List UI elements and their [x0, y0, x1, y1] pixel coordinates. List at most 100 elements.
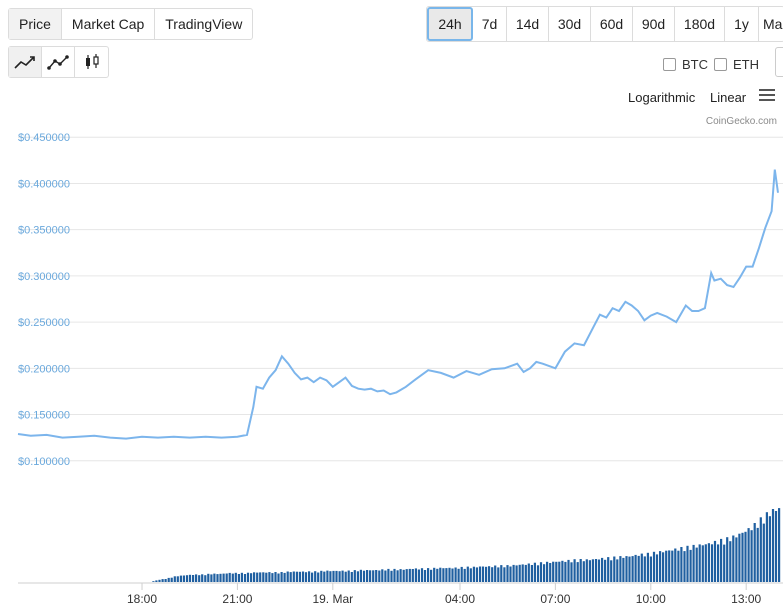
volume-bar: [161, 579, 164, 582]
volume-bar: [433, 567, 436, 582]
volume-bar: [448, 567, 451, 582]
volume-bar: [286, 571, 289, 582]
volume-bar: [558, 561, 561, 582]
volume-bar: [756, 527, 759, 582]
volume-bar: [335, 570, 338, 582]
volume-bar: [356, 571, 359, 582]
volume-bar: [393, 568, 396, 582]
y-tick-label: $0.350000: [18, 225, 70, 237]
volume-bar: [704, 544, 707, 582]
volume-bar: [353, 570, 356, 582]
volume-bar: [243, 574, 247, 582]
volume-bar: [387, 568, 390, 582]
grid-lines: [18, 136, 783, 462]
volume-bar: [323, 571, 326, 582]
volume-bar: [188, 574, 192, 582]
volume-bar: [588, 560, 591, 582]
volume-bar: [628, 556, 631, 582]
x-tick-label: 04:00: [445, 592, 475, 606]
y-tick-label: $0.100000: [18, 456, 70, 468]
volume-bar: [469, 568, 472, 582]
volume-bar: [515, 565, 518, 582]
volume-bar: [301, 571, 305, 582]
volume-bar: [509, 566, 512, 582]
volume-bar: [634, 554, 637, 582]
volume-bar: [579, 559, 582, 582]
volume-bar: [314, 571, 317, 582]
volume-bar: [594, 559, 598, 582]
volume-bar: [381, 569, 384, 582]
y-tick-label: $0.400000: [18, 178, 70, 190]
volume-bar: [637, 555, 640, 582]
volume-bar: [420, 568, 424, 582]
volume-bar: [304, 572, 308, 582]
volume-bar: [744, 531, 747, 582]
volume-bar: [439, 567, 442, 582]
volume-bar: [283, 572, 286, 582]
volume-bar: [472, 566, 475, 582]
volume-bar: [466, 566, 469, 582]
volume-bar: [451, 568, 454, 582]
volume-bar: [582, 561, 585, 582]
volume-bar: [347, 570, 350, 582]
volume-bar: [491, 567, 494, 582]
volume-bar: [173, 576, 176, 582]
volume-bar: [366, 570, 369, 582]
volume-bar: [662, 552, 665, 582]
volume-bar: [320, 570, 323, 582]
volume-bar: [222, 573, 225, 582]
volume-bar: [741, 532, 744, 582]
volume-bar: [445, 568, 448, 582]
volume-bar: [717, 544, 720, 582]
volume-bar: [521, 564, 524, 582]
volume-bar: [485, 566, 488, 582]
volume-bar: [417, 569, 420, 582]
volume-bar: [738, 533, 741, 582]
volume-bar: [457, 568, 460, 582]
volume-bar: [436, 568, 439, 582]
volume-bar: [649, 556, 652, 582]
volume-bar: [765, 512, 768, 582]
volume-bar: [359, 569, 362, 582]
volume-bar: [530, 565, 533, 582]
volume-bar: [564, 561, 567, 582]
volume-bar: [430, 569, 433, 582]
volume-bar: [240, 572, 243, 582]
volume-bar: [527, 563, 530, 582]
volume-bar: [597, 559, 601, 582]
volume-bar: [192, 575, 195, 582]
volume-bar: [369, 570, 372, 582]
volume-bar: [170, 577, 173, 582]
volume-bar: [414, 568, 417, 582]
volume-bar: [198, 575, 201, 582]
y-tick-label: $0.200000: [18, 363, 70, 375]
volume-bar: [399, 569, 402, 582]
volume-bar: [167, 577, 170, 582]
volume-bar: [631, 556, 634, 582]
volume-bar: [478, 566, 482, 582]
volume-bar: [759, 517, 762, 582]
volume-bar: [182, 575, 185, 582]
volume-bar: [295, 571, 298, 582]
volume-bar: [585, 559, 588, 582]
volume-bar: [710, 544, 714, 582]
volume-bar: [686, 545, 689, 582]
volume-bar: [277, 573, 280, 582]
y-tick-label: $0.300000: [18, 271, 70, 283]
volume-bar: [475, 567, 478, 582]
volume-bar: [506, 565, 509, 582]
volume-bar: [604, 559, 607, 582]
volume-bar: [326, 570, 329, 582]
volume-bar: [463, 568, 466, 582]
volume-bar: [488, 566, 491, 582]
volume-bar: [378, 570, 381, 582]
volume-bar: [179, 575, 182, 582]
volume-bar: [674, 548, 677, 582]
volume-bar: [720, 538, 723, 582]
volume-bar: [655, 554, 659, 582]
volume-bar: [750, 530, 753, 582]
volume-bar: [274, 572, 277, 582]
volume-bar: [683, 551, 686, 582]
volume-bar: [622, 557, 625, 582]
volume-bar: [268, 572, 271, 582]
